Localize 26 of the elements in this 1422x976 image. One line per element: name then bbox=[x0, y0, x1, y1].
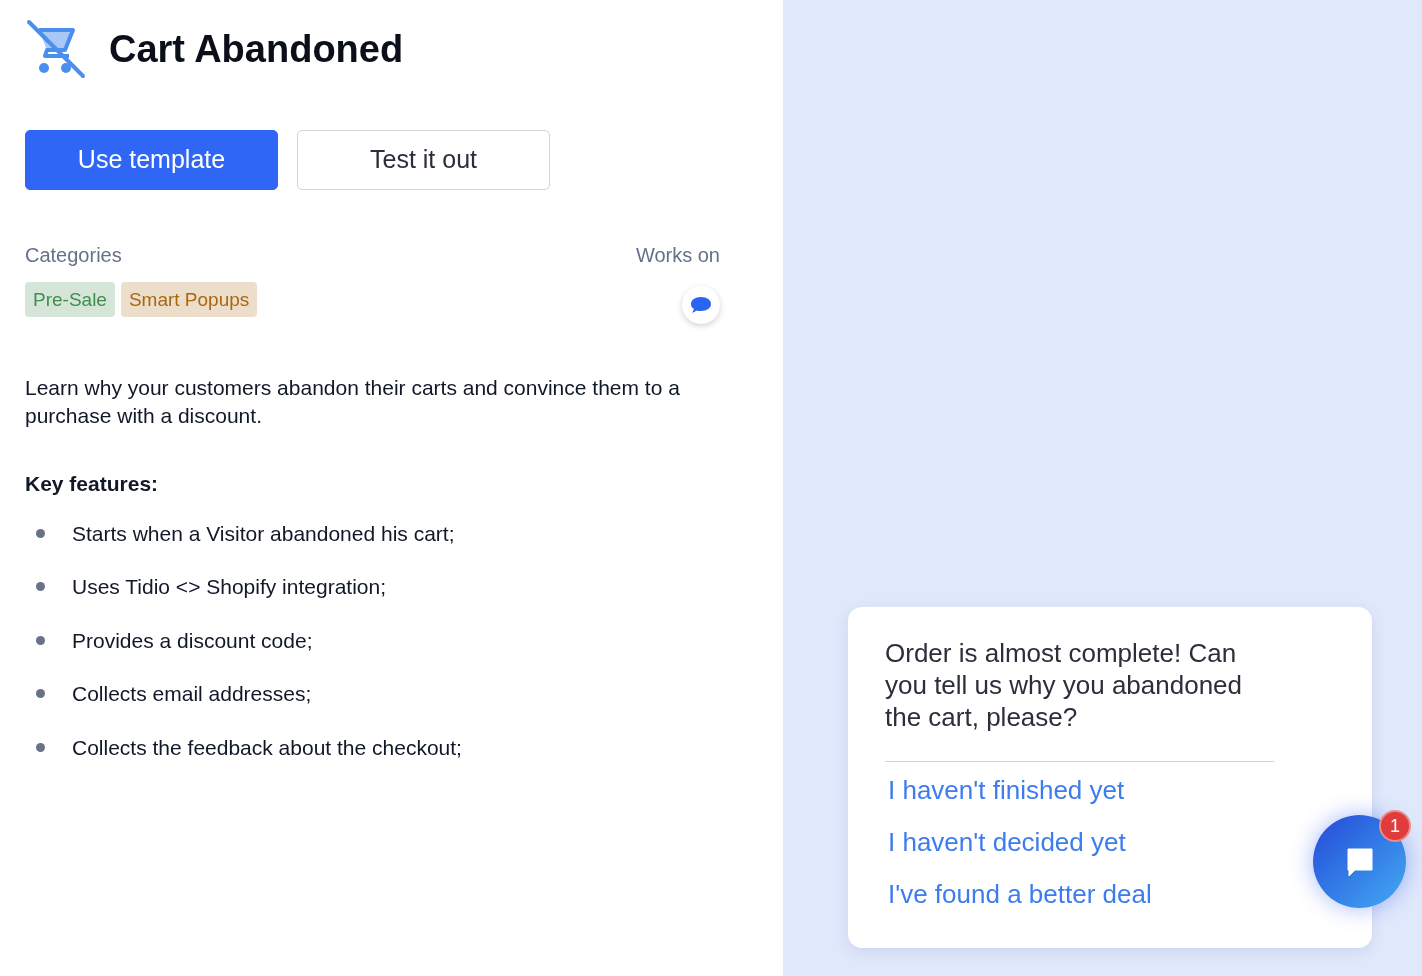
feature-item: Starts when a Visitor abandoned his cart; bbox=[72, 520, 455, 547]
test-button[interactable]: Test it out bbox=[297, 130, 550, 190]
bullet-icon bbox=[36, 689, 45, 699]
notification-badge: 1 bbox=[1379, 810, 1411, 842]
feature-item: Provides a discount code; bbox=[72, 627, 313, 654]
category-tag: Pre-Sale bbox=[25, 282, 115, 317]
category-tag: Smart Popups bbox=[120, 282, 258, 317]
bullet-icon bbox=[36, 582, 45, 592]
quick-reply-link[interactable]: I've found a better deal bbox=[885, 876, 1152, 912]
feature-item: Uses Tidio <> Shopify integration; bbox=[72, 574, 386, 600]
works-on-label: Works on bbox=[635, 243, 720, 268]
page-title: Cart Abandoned bbox=[109, 26, 404, 72]
bullet-icon bbox=[36, 635, 45, 645]
bullet-icon bbox=[36, 742, 45, 752]
bullet-icon bbox=[36, 528, 45, 538]
quick-reply-link[interactable]: I haven't decided yet bbox=[885, 824, 1126, 860]
categories-label: Categories bbox=[25, 243, 123, 268]
description-text: Learn why your customers abandon their carts and convince them to a purchase with a discount. bbox=[25, 375, 681, 429]
feature-item: Collects email addresses; bbox=[72, 681, 312, 707]
chat-message: Order is almost complete! Can you tell us why you abandoned the cart, please? bbox=[885, 637, 1244, 733]
speech-bubble-icon bbox=[690, 295, 712, 315]
crossed-cart-icon bbox=[25, 18, 87, 80]
use-template-button[interactable]: Use template bbox=[25, 130, 278, 190]
features-heading: Key features: bbox=[25, 471, 160, 497]
quick-reply-link[interactable]: I haven't finished yet bbox=[885, 772, 1125, 808]
feature-item: Collects the feedback about the checkout; bbox=[72, 734, 462, 761]
